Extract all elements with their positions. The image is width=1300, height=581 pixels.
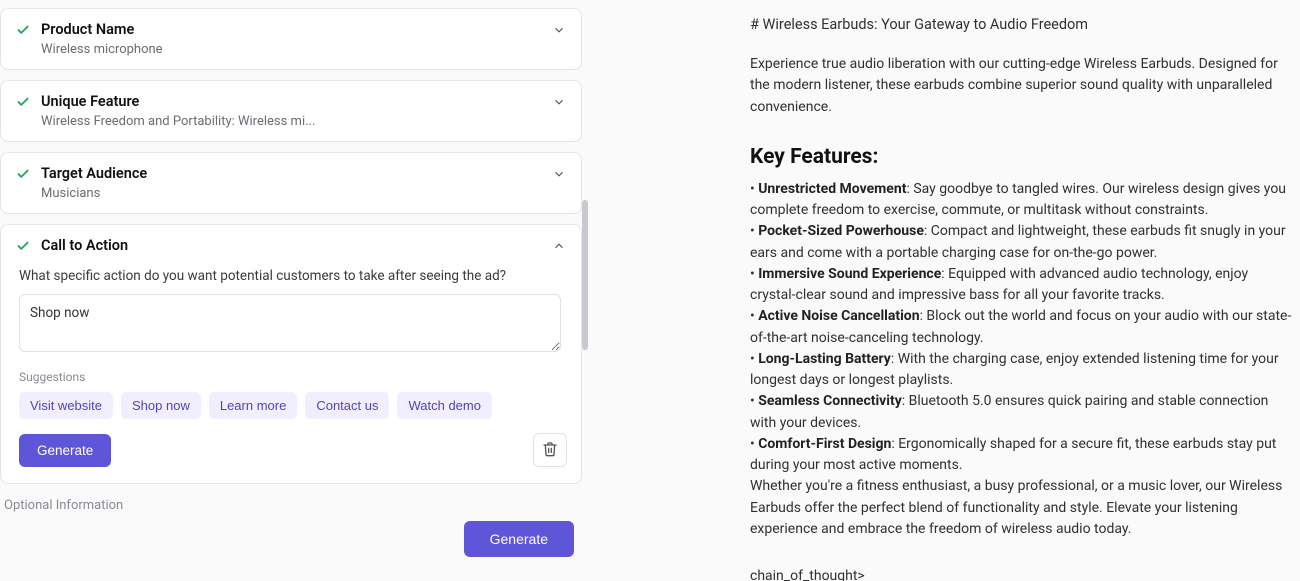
suggestions-label: Suggestions bbox=[19, 370, 567, 384]
delete-button[interactable] bbox=[533, 433, 567, 467]
chevron-down-icon[interactable] bbox=[551, 166, 567, 182]
output-closing: Whether you're a fitness enthusiast, a b… bbox=[750, 476, 1294, 540]
feature-bullet: • Long-Lasting Battery: With the chargin… bbox=[750, 349, 1294, 392]
suggestion-chip[interactable]: Learn more bbox=[209, 392, 297, 419]
section-product-name[interactable]: Product Name Wireless microphone bbox=[0, 8, 582, 70]
output-intro: Experience true audio liberation with ou… bbox=[750, 54, 1294, 118]
section-value: Musicians bbox=[41, 186, 567, 201]
scrollbar-thumb[interactable] bbox=[582, 200, 588, 350]
section-target-audience[interactable]: Target Audience Musicians bbox=[0, 152, 582, 214]
section-call-to-action: Call to Action What specific action do y… bbox=[0, 224, 582, 484]
check-icon bbox=[15, 22, 31, 38]
cta-textarea[interactable] bbox=[19, 294, 561, 352]
section-header[interactable]: Call to Action bbox=[15, 237, 567, 254]
feature-bullet: • Active Noise Cancellation: Block out t… bbox=[750, 306, 1294, 349]
trash-icon bbox=[542, 441, 558, 460]
prompt-text: What specific action do you want potenti… bbox=[15, 268, 567, 284]
section-title: Product Name bbox=[41, 21, 551, 38]
suggestion-chip[interactable]: Shop now bbox=[121, 392, 201, 419]
feature-bullet: • Pocket-Sized Powerhouse: Compact and l… bbox=[750, 221, 1294, 264]
chevron-down-icon[interactable] bbox=[551, 22, 567, 38]
key-features-header: Key Features: bbox=[750, 142, 1294, 174]
optional-info-label: Optional Information bbox=[4, 498, 582, 513]
section-title: Call to Action bbox=[41, 237, 551, 254]
chevron-up-icon[interactable] bbox=[551, 238, 567, 254]
feature-bullet: • Immersive Sound Experience: Equipped w… bbox=[750, 264, 1294, 307]
section-unique-feature[interactable]: Unique Feature Wireless Freedom and Port… bbox=[0, 80, 582, 142]
chevron-down-icon[interactable] bbox=[551, 94, 567, 110]
suggestion-chip[interactable]: Watch demo bbox=[397, 392, 492, 419]
section-value: Wireless Freedom and Portability: Wirele… bbox=[41, 114, 567, 129]
feature-bullet: • Unrestricted Movement: Say goodbye to … bbox=[750, 179, 1294, 222]
chain-of-thought-tag: chain_of_thought> bbox=[750, 566, 1294, 581]
output-heading: # Wireless Earbuds: Your Gateway to Audi… bbox=[750, 14, 1294, 36]
suggestion-chip[interactable]: Contact us bbox=[305, 392, 389, 419]
feature-bullet: • Comfort-First Design: Ergonomically sh… bbox=[750, 434, 1294, 477]
check-icon bbox=[15, 166, 31, 182]
suggestion-chip[interactable]: Visit website bbox=[19, 392, 113, 419]
feature-bullet: • Seamless Connectivity: Bluetooth 5.0 e… bbox=[750, 391, 1294, 434]
generate-button[interactable]: Generate bbox=[19, 434, 111, 467]
form-panel: Product Name Wireless microphone Unique … bbox=[0, 0, 590, 581]
output-panel: # Wireless Earbuds: Your Gateway to Audi… bbox=[590, 0, 1300, 581]
suggestions-row: Visit website Shop now Learn more Contac… bbox=[19, 392, 567, 419]
section-title: Target Audience bbox=[41, 165, 551, 182]
check-icon bbox=[15, 94, 31, 110]
footer-generate-button[interactable]: Generate bbox=[464, 521, 574, 557]
section-title: Unique Feature bbox=[41, 93, 551, 110]
check-icon bbox=[15, 238, 31, 254]
section-value: Wireless microphone bbox=[41, 42, 567, 57]
